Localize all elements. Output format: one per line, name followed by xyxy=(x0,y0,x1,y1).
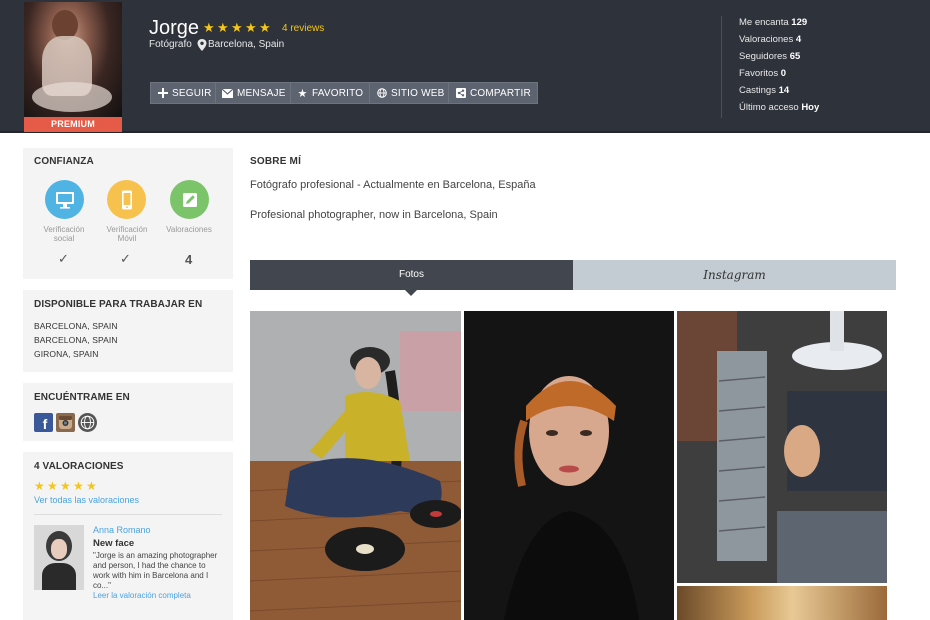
stat-castings: Castings 14 xyxy=(739,85,790,96)
reviews-link[interactable]: 4 reviews xyxy=(282,23,324,34)
see-all-ratings-link[interactable]: Ver todas las valoraciones xyxy=(34,495,139,505)
read-full-review-link[interactable]: Leer la valoración completa xyxy=(93,591,191,600)
location-item: GIRONA, SPAIN xyxy=(34,349,99,359)
availability-card: DISPONIBLE PARA TRABAJAR EN BARCELONA, S… xyxy=(23,290,233,372)
mobile-icon xyxy=(107,180,146,219)
star-icon: ★ xyxy=(34,479,45,493)
star-icon: ★ xyxy=(73,479,84,493)
social-title: ENCUÉNTRAME EN xyxy=(34,392,130,403)
ratings-stars: ★ ★ ★ ★ ★ xyxy=(34,480,98,493)
avatar-photo xyxy=(24,2,122,118)
availability-title: DISPONIBLE PARA TRABAJAR EN xyxy=(34,299,203,310)
about-text-en: Profesional photographer, now in Barcelo… xyxy=(250,209,498,221)
review-text: "Jorge is an amazing photographer and pe… xyxy=(93,551,218,590)
ratings-card: 4 VALORACIONES ★ ★ ★ ★ ★ Ver todas las v… xyxy=(23,452,233,620)
location-pin-icon xyxy=(197,39,207,51)
stat-followers: Seguidores 65 xyxy=(739,51,801,62)
premium-badge: PREMIUM xyxy=(24,117,122,132)
profile-avatar[interactable]: PREMIUM xyxy=(24,2,122,132)
message-button[interactable]: MENSAJE xyxy=(215,82,293,104)
follow-button[interactable]: SEGUIR xyxy=(150,82,219,104)
star-icon: ★ xyxy=(297,87,308,100)
plus-icon xyxy=(157,88,168,99)
stat-likes: Me encanta 129 xyxy=(739,17,808,28)
ratings-title: 4 VALORACIONES xyxy=(34,461,124,472)
gallery-photo-interior[interactable] xyxy=(677,586,887,620)
tab-instagram[interactable]: Instagram xyxy=(573,260,896,290)
favorite-button[interactable]: ★ FAVORITO xyxy=(290,82,371,104)
globe-icon xyxy=(376,88,387,99)
star-icon: ★ xyxy=(245,20,257,35)
pencil-icon xyxy=(170,180,209,219)
share-button[interactable]: COMPARTIR xyxy=(448,82,538,104)
tab-photos[interactable]: Fotos xyxy=(250,260,573,290)
star-icon: ★ xyxy=(86,479,97,493)
gallery-tabs: Fotos Instagram xyxy=(250,260,896,296)
star-icon: ★ xyxy=(217,20,229,35)
website-label: SITIO WEB xyxy=(391,87,445,99)
about-text-es: Fotógrafo profesional - Actualmente en B… xyxy=(250,179,536,191)
check-icon: ✓ xyxy=(120,251,131,266)
monitor-icon xyxy=(45,180,84,219)
instagram-icon[interactable] xyxy=(56,413,75,432)
star-icon: ★ xyxy=(231,20,243,35)
message-label: MENSAJE xyxy=(237,87,286,99)
review-title: New face xyxy=(93,538,135,549)
globe-icon[interactable] xyxy=(78,413,97,432)
profile-name: Jorge xyxy=(149,17,200,39)
stat-ratings: Valoraciones 4 xyxy=(739,34,802,45)
ratings-count: 4 xyxy=(185,252,193,267)
profile-role: Fotógrafo xyxy=(149,39,192,50)
about-title: SOBRE MÍ xyxy=(250,156,302,167)
social-card: ENCUÉNTRAME EN f xyxy=(23,383,233,441)
location-item: BARCELONA, SPAIN xyxy=(34,321,118,331)
trust-ratings-label: Valoraciones xyxy=(166,225,212,234)
location-item: BARCELONA, SPAIN xyxy=(34,335,118,345)
star-icon: ★ xyxy=(259,20,271,35)
stat-favorites: Favoritos 0 xyxy=(739,68,787,79)
reviewer-name[interactable]: Anna Romano xyxy=(93,525,151,535)
favorite-label: FAVORITO xyxy=(312,87,364,99)
share-label: COMPARTIR xyxy=(470,87,531,99)
facebook-icon[interactable]: f xyxy=(34,413,53,432)
trust-card: CONFIANZA Verificación social Verificació… xyxy=(23,148,233,279)
share-icon xyxy=(455,88,466,99)
active-tab-caret xyxy=(405,290,417,296)
gallery-photo-studio[interactable] xyxy=(677,311,887,583)
gallery-photo-records[interactable] xyxy=(250,311,461,620)
website-button[interactable]: SITIO WEB xyxy=(369,82,452,104)
header-divider xyxy=(721,16,722,118)
star-icon: ★ xyxy=(60,479,71,493)
rating-stars: ★ ★ ★ ★ ★ xyxy=(203,21,272,34)
trust-title: CONFIANZA xyxy=(34,156,94,167)
profile-stats: Me encanta 129 Valoraciones 4 Seguidores… xyxy=(739,17,819,119)
trust-social-label: Verificación social xyxy=(43,225,85,243)
reviewer-avatar[interactable] xyxy=(34,525,84,590)
trust-mobile-label: Verificación Móvil xyxy=(106,225,148,243)
envelope-icon xyxy=(222,88,233,99)
gallery-photo-portrait[interactable] xyxy=(464,311,674,620)
check-icon: ✓ xyxy=(58,251,69,266)
ratings-divider xyxy=(34,514,222,515)
star-icon: ★ xyxy=(203,20,215,35)
profile-header: PREMIUM Jorge ★ ★ ★ ★ ★ 4 reviews Fotógr… xyxy=(0,0,930,133)
follow-label: SEGUIR xyxy=(172,87,212,99)
profile-location: Barcelona, Spain xyxy=(208,39,285,50)
stat-last-access: Último acceso Hoy xyxy=(739,102,820,113)
star-icon: ★ xyxy=(47,479,58,493)
